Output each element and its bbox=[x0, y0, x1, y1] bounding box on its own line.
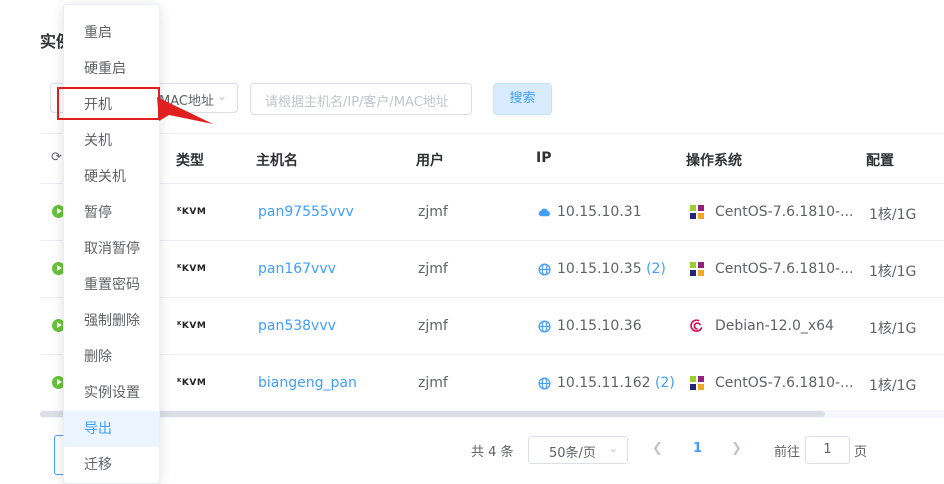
column-header-user: 用户 bbox=[416, 153, 444, 169]
ip-cell: 10.15.10.35 (2) bbox=[557, 261, 666, 277]
menu-item-shutdown[interactable]: 关机 bbox=[64, 123, 159, 159]
page-number-current[interactable]: 1 bbox=[693, 441, 702, 456]
next-page-icon[interactable]: ❯ bbox=[731, 441, 742, 456]
user-cell: zjmf bbox=[418, 261, 448, 277]
page-size-select[interactable]: 50条/页 ⌄ bbox=[528, 436, 628, 464]
column-header-ip: IP bbox=[536, 150, 552, 166]
centos-logo-icon bbox=[690, 376, 704, 390]
menu-item-export[interactable]: 导出 bbox=[64, 411, 159, 447]
search-input[interactable]: 请根据主机名/IP/客户/MAC地址 bbox=[250, 83, 472, 115]
menu-item-migrate[interactable]: 迁移 bbox=[64, 447, 159, 483]
hostname-link[interactable]: pan97555vvv bbox=[258, 204, 354, 220]
os-cell: CentOS-7.6.1810-... bbox=[715, 261, 854, 277]
kvm-type-icon: ᴷKVM bbox=[177, 378, 207, 388]
menu-item-instance-settings[interactable]: 实例设置 bbox=[64, 375, 159, 411]
row-divider bbox=[40, 183, 944, 184]
debian-logo-icon bbox=[690, 319, 703, 332]
cloud-icon bbox=[538, 208, 550, 217]
column-header-hostname: 主机名 bbox=[256, 153, 298, 169]
goto-unit-label: 页 bbox=[854, 445, 868, 460]
hostname-link[interactable]: biangeng_pan bbox=[258, 375, 357, 391]
centos-logo-icon bbox=[690, 262, 704, 276]
annotation-arrow-icon bbox=[157, 97, 213, 124]
config-cell: 1核/1G bbox=[869, 321, 917, 337]
user-cell: zjmf bbox=[418, 375, 448, 391]
kvm-type-icon: ᴷKVM bbox=[177, 321, 207, 331]
hostname-link[interactable]: pan167vvv bbox=[258, 261, 336, 277]
ip-count-link[interactable]: (2) bbox=[646, 261, 666, 277]
table-top-border bbox=[40, 133, 944, 134]
column-header-type: 类型 bbox=[176, 153, 204, 169]
page-size-value: 50条/页 bbox=[549, 446, 596, 461]
chevron-down-icon: ⌄ bbox=[608, 442, 618, 455]
os-cell: Debian-12.0_x64 bbox=[715, 318, 834, 334]
annotation-highlight-box bbox=[57, 87, 160, 120]
user-cell: zjmf bbox=[418, 204, 448, 220]
pagination-total: 共 4 条 bbox=[471, 445, 514, 460]
goto-page-input[interactable]: 1 bbox=[805, 436, 850, 464]
os-cell: CentOS-7.6.1810-... bbox=[715, 375, 854, 391]
column-header-os: 操作系统 bbox=[686, 153, 742, 169]
globe-icon bbox=[538, 263, 551, 276]
os-cell: CentOS-7.6.1810-... bbox=[715, 204, 854, 220]
ip-count-link[interactable]: (2) bbox=[655, 375, 675, 391]
menu-item-force-delete[interactable]: 强制删除 bbox=[64, 303, 159, 339]
prev-page-icon[interactable]: ❮ bbox=[652, 441, 663, 456]
ip-cell: 10.15.10.36 bbox=[557, 318, 642, 334]
config-cell: 1核/1G bbox=[869, 207, 917, 223]
menu-item-reboot[interactable]: 重启 bbox=[64, 15, 159, 51]
search-input-placeholder: 请根据主机名/IP/客户/MAC地址 bbox=[265, 95, 449, 110]
ip-cell: 10.15.10.31 bbox=[557, 204, 642, 220]
kvm-type-icon: ᴷKVM bbox=[177, 264, 207, 274]
ip-cell: 10.15.11.162 (2) bbox=[557, 375, 675, 391]
menu-item-suspend[interactable]: 暂停 bbox=[64, 195, 159, 231]
kvm-type-icon: ᴷKVM bbox=[177, 207, 207, 217]
column-header-config: 配置 bbox=[866, 153, 894, 169]
refresh-icon[interactable]: ⟳ bbox=[51, 150, 62, 165]
menu-item-unsuspend[interactable]: 取消暂停 bbox=[64, 231, 159, 267]
globe-icon bbox=[538, 320, 551, 333]
hostname-link[interactable]: pan538vvv bbox=[258, 318, 336, 334]
centos-logo-icon bbox=[690, 205, 704, 219]
menu-item-reset-password[interactable]: 重置密码 bbox=[64, 267, 159, 303]
menu-item-hard-reboot[interactable]: 硬重启 bbox=[64, 51, 159, 87]
search-button[interactable]: 搜索 bbox=[493, 83, 552, 115]
user-cell: zjmf bbox=[418, 318, 448, 334]
row-divider bbox=[40, 297, 944, 298]
row-divider bbox=[40, 354, 944, 355]
batch-action-menu: 重启 硬重启 开机 关机 硬关机 暂停 取消暂停 重置密码 强制删除 删除 实例… bbox=[63, 4, 160, 484]
goto-label: 前往 bbox=[774, 445, 801, 460]
menu-item-hard-shutdown[interactable]: 硬关机 bbox=[64, 159, 159, 195]
chevron-down-icon: ⌄ bbox=[216, 89, 227, 103]
row-divider bbox=[40, 240, 944, 241]
menu-item-delete[interactable]: 删除 bbox=[64, 339, 159, 375]
config-cell: 1核/1G bbox=[869, 378, 917, 394]
globe-icon bbox=[538, 377, 551, 390]
config-cell: 1核/1G bbox=[869, 264, 917, 280]
